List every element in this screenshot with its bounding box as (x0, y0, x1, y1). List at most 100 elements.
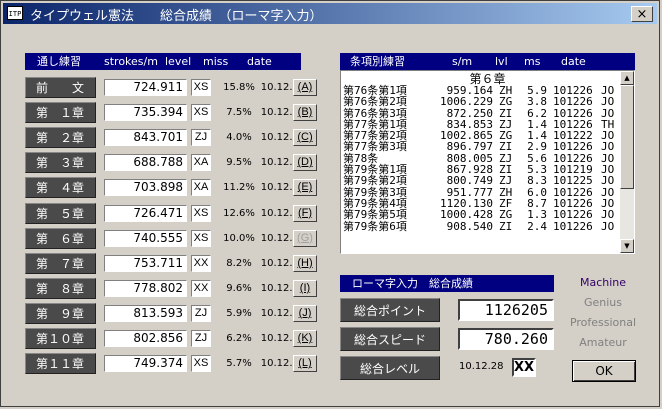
chapter-level: ZJ (191, 129, 211, 147)
article-speed: 896.797 (446, 140, 493, 154)
chapter-label: 第 ７章 (25, 252, 96, 274)
article-level: ZI (499, 106, 513, 120)
right-header-level: lvl (495, 55, 508, 68)
article-row[interactable]: 第76条第2項 1006.229 ZG 3.8 101226 JO (341, 96, 634, 107)
article-level: ZG (499, 208, 513, 222)
total-level-date: 10.12.28 (459, 361, 504, 372)
chapter-select-button[interactable]: (H) (293, 254, 317, 272)
chapter-label: 第 ２章 (25, 127, 96, 149)
totals-header-title: ローマ字入力 総合成績 (352, 277, 473, 290)
chapter-level: XS (191, 79, 211, 96)
chapter-label: 第 ５章 (25, 202, 96, 224)
chapter-label: 第 ９章 (25, 302, 96, 324)
chapter-level: XA (191, 179, 211, 197)
chapter-select-button[interactable]: (J) (293, 304, 317, 322)
ok-button[interactable]: OK (572, 360, 636, 382)
article-level: ZJ (499, 174, 513, 188)
chapter-row: 第 ６章 740.555 XS 10.0% 10.12.26 (G) (25, 227, 325, 249)
article-row[interactable]: 第79条第5項 1000.428 ZG 1.3 101226 JO (341, 209, 634, 220)
chapter-select-button[interactable]: (E) (293, 179, 317, 197)
scroll-up-icon[interactable]: ▲ (620, 71, 634, 85)
chapter-row: 第 ５章 726.471 XS 12.6% 10.12.26 (F) (25, 202, 325, 224)
chapter-level: XX (191, 279, 211, 297)
total-level-value: XX (512, 358, 536, 377)
article-user: JO (601, 174, 615, 188)
article-listbox[interactable]: 第６章 第76条第1項 959.164 ZH 5.9 101226 JO 第76条第2項 10… (340, 70, 635, 254)
chapter-miss: 5.7% (226, 358, 252, 370)
chapter-select-button[interactable]: (G) (293, 229, 317, 247)
article-date: 101226 (553, 95, 593, 109)
chapter-label: 前 文 (25, 77, 96, 98)
chapter-miss: 4.0% (226, 132, 252, 144)
chapter-miss: 9.6% (226, 282, 252, 294)
right-header-title: 条項別練習 (350, 55, 405, 68)
chapter-row: 第 ７章 753.711 XX 8.2% 10.12.19 (H) (25, 252, 325, 274)
chapter-select-button[interactable]: (B) (293, 104, 317, 122)
chapter-row: 第 １章 735.394 XS 7.5% 10.12.16 (B) (25, 102, 325, 124)
left-header-speed: strokes/m (104, 55, 158, 68)
chapter-select-button[interactable]: (F) (293, 204, 317, 222)
article-user: JO (601, 219, 615, 233)
total-level-label: 総合レベル (340, 356, 440, 380)
article-name: 第79条第6項 (343, 219, 407, 233)
chapter-row: 第 ４章 703.898 XA 11.2% 10.12.28 (E) (25, 177, 325, 199)
total-point-label: 総合ポイント (340, 298, 440, 322)
left-header: 通し練習 strokes/m level miss date (25, 53, 301, 70)
chapter-label: 第 ３章 (25, 152, 96, 174)
chapter-level: XA (191, 154, 211, 172)
vertical-scrollbar[interactable]: ▲ ▼ (620, 71, 634, 253)
chapter-speed: 688.788 (104, 154, 187, 172)
level-professional: Professional (569, 316, 637, 329)
chapter-select-button[interactable]: (C) (293, 129, 317, 147)
chapter-speed: 753.711 (104, 254, 187, 272)
chapter-level: XX (191, 254, 211, 272)
chapter-label: 第 ８章 (25, 277, 96, 299)
chapter-select-button[interactable]: (D) (293, 154, 317, 172)
chapter-miss: 12.6% (223, 207, 255, 219)
chapter-row: 前 文 724.911 XS 15.8% 10.12.26 (A) (25, 77, 325, 98)
chapter-miss: 7.5% (226, 107, 252, 119)
totals-header: ローマ字入力 総合成績 (340, 275, 554, 292)
chapter-level: ZJ (191, 330, 211, 347)
article-speed: 1006.229 (440, 95, 493, 109)
chapter-row: 第１０章 802.856 ZJ 6.2% 10.12.26 (K) (25, 328, 325, 349)
chapter-label: 第 ４章 (25, 177, 96, 199)
article-row[interactable]: 第79条第2項 800.749 ZJ 8.3 101225 JO (341, 175, 634, 186)
chapter-speed: 813.593 (104, 304, 187, 322)
chapter-speed: 843.701 (104, 129, 187, 147)
scroll-thumb[interactable] (620, 85, 634, 189)
total-speed-label: 総合スピード (340, 327, 440, 351)
chapter-level: XS (191, 104, 211, 122)
chapter-select-button[interactable]: (A) (293, 79, 317, 96)
chapter-speed: 703.898 (104, 179, 187, 197)
chapter-speed: 778.802 (104, 279, 187, 297)
chapter-label: 第１０章 (25, 328, 96, 349)
article-miss: 2.9 (527, 140, 547, 154)
chapter-select-button[interactable]: (K) (293, 330, 317, 347)
article-user: JO (601, 208, 615, 222)
total-point-value: 1126205 (458, 299, 554, 321)
chapter-miss: 10.0% (223, 232, 255, 244)
article-level: ZG (499, 95, 513, 109)
right-header-speed: s/m (452, 55, 473, 68)
chapter-select-button[interactable]: (I) (293, 279, 317, 297)
article-date: 101225 (553, 174, 593, 188)
article-level: ZI (499, 219, 513, 233)
article-level: ZI (499, 140, 513, 154)
article-name: 第79条第2項 (343, 174, 407, 188)
chapter-miss: 11.2% (223, 182, 255, 194)
article-name: 第76条第2項 (343, 95, 407, 109)
title-bar: ITP タイプウェル憲法 総合成績 （ローマ字入力） × (3, 3, 657, 24)
close-button[interactable]: × (631, 6, 653, 22)
chapter-miss: 6.2% (226, 333, 252, 344)
window-title: タイプウェル憲法 総合成績 （ローマ字入力） (30, 9, 323, 24)
article-name: 第76条第3項 (343, 106, 407, 120)
article-row[interactable]: 第79条第6項 908.540 ZI 2.4 101226 JO (341, 221, 634, 232)
chapter-speed: 740.555 (104, 229, 187, 247)
chapter-miss: 5.9% (226, 307, 252, 319)
chapter-row: 第 ９章 813.593 ZJ 5.9% 10.12.25 (J) (25, 302, 325, 324)
article-miss: 8.3 (527, 174, 547, 188)
chapter-select-button[interactable]: (L) (293, 355, 317, 373)
scroll-down-icon[interactable]: ▼ (620, 239, 634, 253)
chapter-row: 第 ３章 688.788 XA 9.5% 10.12.16 (D) (25, 152, 325, 174)
